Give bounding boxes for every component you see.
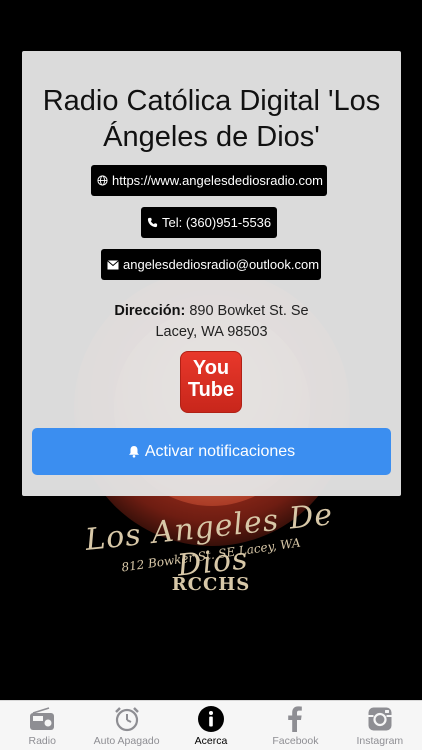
tab-label: Acerca: [194, 735, 228, 747]
address-line-2: Lacey, WA 98503: [155, 324, 268, 340]
alarm-clock-icon: [113, 705, 141, 733]
tab-radio[interactable]: Radio: [0, 701, 84, 750]
phone-icon: [147, 217, 158, 228]
youtube-logo-bottom: Tube: [187, 379, 235, 401]
emblem-initials: RCCHS: [171, 574, 251, 595]
tab-facebook[interactable]: Facebook: [253, 701, 337, 750]
facebook-icon: [281, 705, 309, 733]
youtube-button[interactable]: You Tube: [180, 351, 242, 413]
tab-label: Instagram: [356, 735, 404, 747]
enable-notifications-button[interactable]: Activar notificaciones: [32, 428, 391, 475]
tab-label: Facebook: [272, 735, 319, 747]
info-icon: [197, 705, 225, 733]
radio-icon: [28, 705, 56, 733]
phone-link[interactable]: Tel: (360)951-5536: [141, 207, 277, 238]
address-line-1: Dirección: 890 Bowket St. Se: [42, 301, 381, 322]
address-block: Dirección: 890 Bowket St. Se Lacey, WA 9…: [42, 301, 381, 343]
youtube-logo-top: You: [192, 357, 230, 379]
tab-instagram[interactable]: Instagram: [338, 701, 422, 750]
website-text: https://www.angelesdediosradio.com: [112, 173, 324, 188]
globe-icon: [97, 175, 108, 186]
instagram-icon: [366, 705, 394, 733]
tab-bar: Radio Auto Apagado Acerca Facebook Insta…: [0, 700, 422, 750]
tab-label: Auto Apagado: [93, 735, 160, 747]
address-street: 890 Bowket St. Se: [189, 303, 309, 319]
tab-auto-apagado[interactable]: Auto Apagado: [84, 701, 168, 750]
envelope-icon: [107, 259, 119, 269]
address-label: Dirección:: [114, 303, 186, 319]
bell-icon: [128, 446, 139, 458]
tab-label: Radio: [28, 735, 56, 747]
phone-text: Tel: (360)951-5536: [162, 215, 272, 230]
website-link[interactable]: https://www.angelesdediosradio.com: [91, 165, 327, 196]
info-card: Radio Católica Digital 'Los Ángeles de D…: [22, 51, 401, 496]
email-link[interactable]: angelesdediosradio@outlook.com: [101, 249, 321, 280]
email-text: angelesdediosradio@outlook.com: [123, 257, 320, 272]
tab-acerca[interactable]: Acerca: [169, 701, 253, 750]
station-title: Radio Católica Digital 'Los Ángeles de D…: [42, 85, 381, 153]
notify-label: Activar notificaciones: [144, 442, 296, 460]
